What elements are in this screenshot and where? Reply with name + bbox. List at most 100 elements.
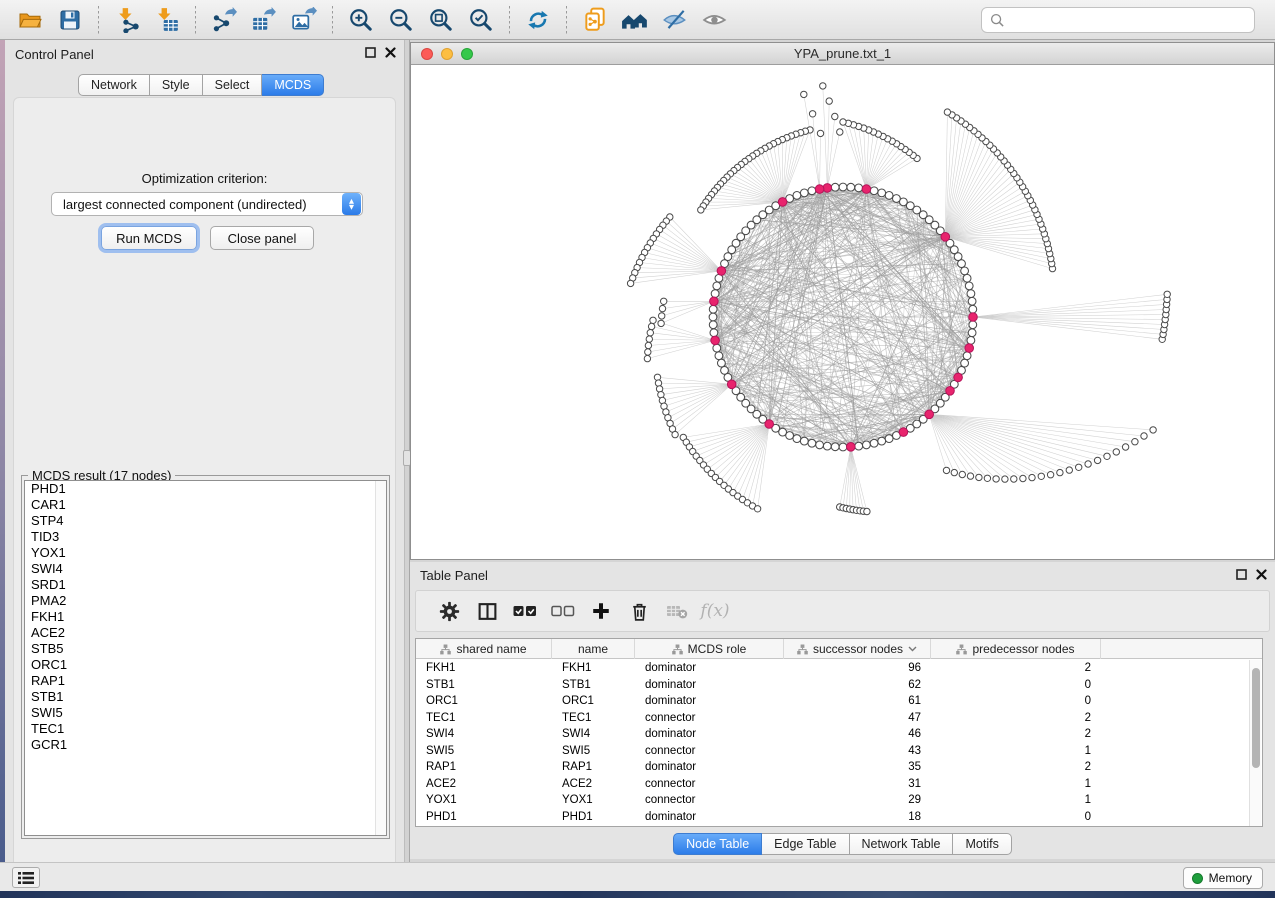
search-field[interactable] xyxy=(981,7,1255,33)
graph-node[interactable] xyxy=(800,437,808,445)
network-graph[interactable] xyxy=(411,65,1274,559)
mcds-node[interactable] xyxy=(778,198,787,207)
leaf-node[interactable] xyxy=(1057,469,1063,475)
graph-node[interactable] xyxy=(808,439,816,447)
export-image-icon[interactable] xyxy=(284,4,324,36)
table-row[interactable]: ACE2ACE2connector311 xyxy=(416,776,1262,793)
leaf-node[interactable] xyxy=(1122,444,1128,450)
graph-node[interactable] xyxy=(969,305,977,313)
column-header-shared-name[interactable]: shared name xyxy=(416,639,552,659)
mcds-node[interactable] xyxy=(941,233,950,242)
float-table-panel-icon[interactable] xyxy=(1236,569,1247,580)
tab-network-table[interactable]: Network Table xyxy=(850,833,954,855)
list-item[interactable]: FKH1 xyxy=(25,609,386,625)
leaf-node[interactable] xyxy=(1141,433,1147,439)
table-row[interactable]: TEC1TEC1connector472 xyxy=(416,710,1262,727)
hide-selected-icon[interactable] xyxy=(655,4,695,36)
table-row[interactable]: STB1STB1dominator620 xyxy=(416,677,1262,694)
criterion-dropdown[interactable]: largest connected component (undirected)… xyxy=(51,192,363,216)
leaf-node[interactable] xyxy=(943,467,949,473)
open-session-icon[interactable] xyxy=(10,4,50,36)
add-column-icon[interactable] xyxy=(582,595,620,627)
list-item[interactable]: YOX1 xyxy=(25,545,386,561)
delete-column-icon[interactable] xyxy=(620,595,658,627)
graph-node[interactable] xyxy=(816,441,824,449)
float-panel-icon[interactable] xyxy=(365,47,376,58)
leaf-node[interactable] xyxy=(1066,467,1072,473)
list-item[interactable]: RAP1 xyxy=(25,673,386,689)
tab-motifs[interactable]: Motifs xyxy=(953,833,1011,855)
graph-node[interactable] xyxy=(968,329,976,337)
close-panel-button[interactable]: Close panel xyxy=(210,226,314,250)
mcds-node[interactable] xyxy=(727,380,736,389)
graph-node[interactable] xyxy=(800,189,808,197)
tab-network[interactable]: Network xyxy=(78,74,150,96)
first-neighbors-icon[interactable] xyxy=(615,4,655,36)
leaf-node[interactable] xyxy=(672,431,678,437)
column-header-MCDS-role[interactable]: MCDS role xyxy=(635,639,784,659)
list-item[interactable]: ACE2 xyxy=(25,625,386,641)
graph-node[interactable] xyxy=(831,443,839,451)
list-item[interactable]: CAR1 xyxy=(25,497,386,513)
leaf-node[interactable] xyxy=(951,469,957,475)
export-network-icon[interactable] xyxy=(204,4,244,36)
graph-node[interactable] xyxy=(713,344,721,352)
leaf-node[interactable] xyxy=(1094,457,1100,463)
table-scrollbar[interactable] xyxy=(1249,660,1261,826)
search-input[interactable] xyxy=(1011,13,1246,28)
table-row[interactable]: SWI5SWI5connector431 xyxy=(416,743,1262,760)
leaf-node[interactable] xyxy=(647,330,653,336)
table-settings-gear-icon[interactable] xyxy=(430,595,468,627)
leaf-node[interactable] xyxy=(644,355,650,361)
graph-node[interactable] xyxy=(870,439,878,447)
graph-node[interactable] xyxy=(855,442,863,450)
leaf-node[interactable] xyxy=(1002,476,1008,482)
leaf-node[interactable] xyxy=(826,98,832,104)
graph-node[interactable] xyxy=(967,290,975,298)
leaf-node[interactable] xyxy=(698,207,704,213)
leaf-node[interactable] xyxy=(1104,453,1110,459)
close-table-panel-icon[interactable] xyxy=(1256,569,1267,580)
leaf-node[interactable] xyxy=(976,474,982,480)
duplicate-network-icon[interactable] xyxy=(575,4,615,36)
column-header-name[interactable]: name xyxy=(552,639,635,659)
tab-edge-table[interactable]: Edge Table xyxy=(762,833,849,855)
list-item[interactable]: TID3 xyxy=(25,529,386,545)
list-item[interactable]: SWI5 xyxy=(25,705,386,721)
network-canvas[interactable] xyxy=(411,65,1274,559)
graph-node[interactable] xyxy=(878,437,886,445)
list-item[interactable]: SWI4 xyxy=(25,561,386,577)
leaf-node[interactable] xyxy=(648,323,654,329)
leaf-node[interactable] xyxy=(864,508,870,514)
leaf-node[interactable] xyxy=(993,476,999,482)
deselect-all-rows-icon[interactable] xyxy=(544,595,582,627)
show-columns-icon[interactable] xyxy=(468,595,506,627)
list-item[interactable]: SRD1 xyxy=(25,577,386,593)
table-row[interactable]: RAP1RAP1dominator352 xyxy=(416,759,1262,776)
mcds-node[interactable] xyxy=(847,443,856,452)
leaf-node[interactable] xyxy=(1085,461,1091,467)
task-history-button[interactable] xyxy=(12,867,40,888)
leaf-node[interactable] xyxy=(959,471,965,477)
list-scrollbar[interactable] xyxy=(375,481,386,835)
leaf-node[interactable] xyxy=(837,129,843,135)
graph-node[interactable] xyxy=(839,183,847,191)
zoom-selected-icon[interactable] xyxy=(461,4,501,36)
mcds-node[interactable] xyxy=(954,373,963,382)
mcds-node[interactable] xyxy=(823,184,832,193)
leaf-node[interactable] xyxy=(944,109,950,115)
graph-node[interactable] xyxy=(808,187,816,195)
leaf-node[interactable] xyxy=(832,113,838,119)
list-item[interactable]: ORC1 xyxy=(25,657,386,673)
graph-node[interactable] xyxy=(709,321,717,329)
leaf-node[interactable] xyxy=(1150,427,1156,433)
leaf-node[interactable] xyxy=(645,342,651,348)
table-row[interactable]: FKH1FKH1dominator962 xyxy=(416,660,1262,677)
leaf-node[interactable] xyxy=(650,317,656,323)
leaf-node[interactable] xyxy=(1029,474,1035,480)
graph-node[interactable] xyxy=(793,435,801,443)
graph-node[interactable] xyxy=(793,192,801,200)
leaf-node[interactable] xyxy=(820,83,826,89)
graph-node[interactable] xyxy=(969,321,977,329)
leaf-node[interactable] xyxy=(1113,449,1119,455)
